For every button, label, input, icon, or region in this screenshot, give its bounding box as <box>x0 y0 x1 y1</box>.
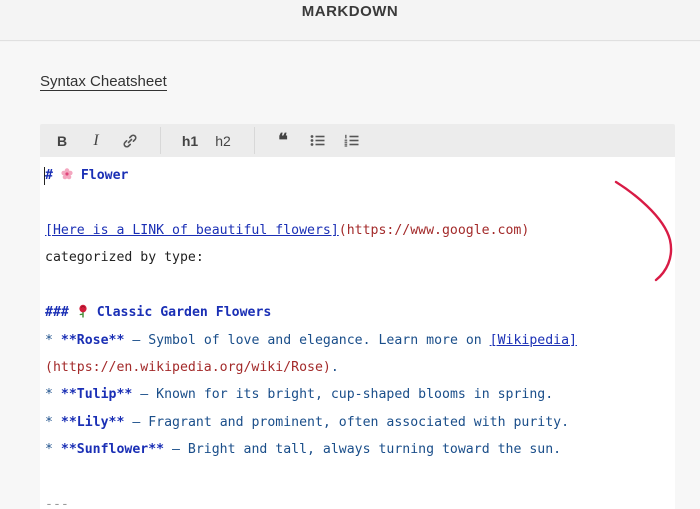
list-item-tail: . <box>330 360 339 375</box>
page-title: MARKDOWN <box>301 3 399 20</box>
list-item-title: **Tulip** <box>60 387 133 402</box>
heading-marker: # <box>45 168 61 183</box>
list-item-description: — Symbol of love and elegance. Learn mor… <box>124 333 490 348</box>
ordered-list-icon <box>344 134 358 147</box>
list-bullet: * <box>45 387 61 402</box>
h1-button[interactable]: h1 <box>178 124 202 157</box>
top-bar: MARKDOWN <box>0 0 700 41</box>
ordered-list-button[interactable] <box>341 124 361 157</box>
list-item-title: **Rose** <box>60 333 125 348</box>
link-button[interactable] <box>120 124 140 157</box>
editor-toolbar: B I h1 h2 ❝ <box>40 124 675 157</box>
heading-text: Flower <box>72 168 129 183</box>
list-bullet: * <box>45 333 61 348</box>
h2-button[interactable]: h2 <box>211 124 235 157</box>
unordered-list-button[interactable] <box>307 124 327 157</box>
unordered-list-icon <box>310 135 324 146</box>
cherry-blossom-icon <box>61 168 73 180</box>
list-item: * **Tulip** — Known for its bright, cup-… <box>45 386 553 404</box>
rose-icon <box>79 304 87 318</box>
subheading-text: Classic Garden Flowers <box>88 305 272 320</box>
markdown-editor[interactable]: # Flower [Here is a LINK of beautiful fl… <box>40 157 675 509</box>
quote-button[interactable]: ❝ <box>273 124 293 157</box>
list-item-description: — Known for its bright, cup-shaped bloom… <box>132 387 554 402</box>
wikipedia-link[interactable]: [Wikipedia] <box>490 333 577 348</box>
editor-line-link: [Here is a LINK of beautiful flowers](ht… <box>45 222 529 240</box>
subheading-marker: ### <box>45 305 77 320</box>
editor-line-heading: # Flower <box>45 167 128 185</box>
wikipedia-url: (https://en.wikipedia.org/wiki/Rose) <box>45 360 331 375</box>
list-item-title: **Sunflower** <box>60 442 165 457</box>
list-item: * **Lily** — Fragrant and prominent, oft… <box>45 414 569 432</box>
list-item-title: **Lily** <box>60 415 125 430</box>
link-text[interactable]: [Here is a LINK of beautiful flowers] <box>45 223 339 238</box>
toolbar-divider <box>254 127 255 154</box>
syntax-cheatsheet-link[interactable]: Syntax Cheatsheet <box>40 73 167 91</box>
list-item-description: — Fragrant and prominent, often associat… <box>124 415 570 430</box>
editor-line-subheading: ### Classic Garden Flowers <box>45 304 271 322</box>
main-area: Syntax Cheatsheet B I h1 h2 ❝ # Flower [… <box>0 42 700 509</box>
list-item-continuation: (https://en.wikipedia.org/wiki/Rose). <box>45 359 339 377</box>
bold-button[interactable]: B <box>52 124 72 157</box>
list-bullet: * <box>45 415 61 430</box>
list-bullet: * <box>45 442 61 457</box>
link-icon <box>123 133 137 148</box>
list-item: * **Rose** — Symbol of love and elegance… <box>45 332 577 350</box>
list-item: * **Sunflower** — Bright and tall, alway… <box>45 441 561 459</box>
list-item-description: — Bright and tall, always turning toward… <box>164 442 562 457</box>
editor-line-text: categorized by type: <box>45 250 204 265</box>
horizontal-rule: --- <box>45 497 69 509</box>
italic-button[interactable]: I <box>86 124 106 157</box>
toolbar-divider <box>160 127 161 154</box>
link-url: (https://www.google.com) <box>338 223 530 238</box>
